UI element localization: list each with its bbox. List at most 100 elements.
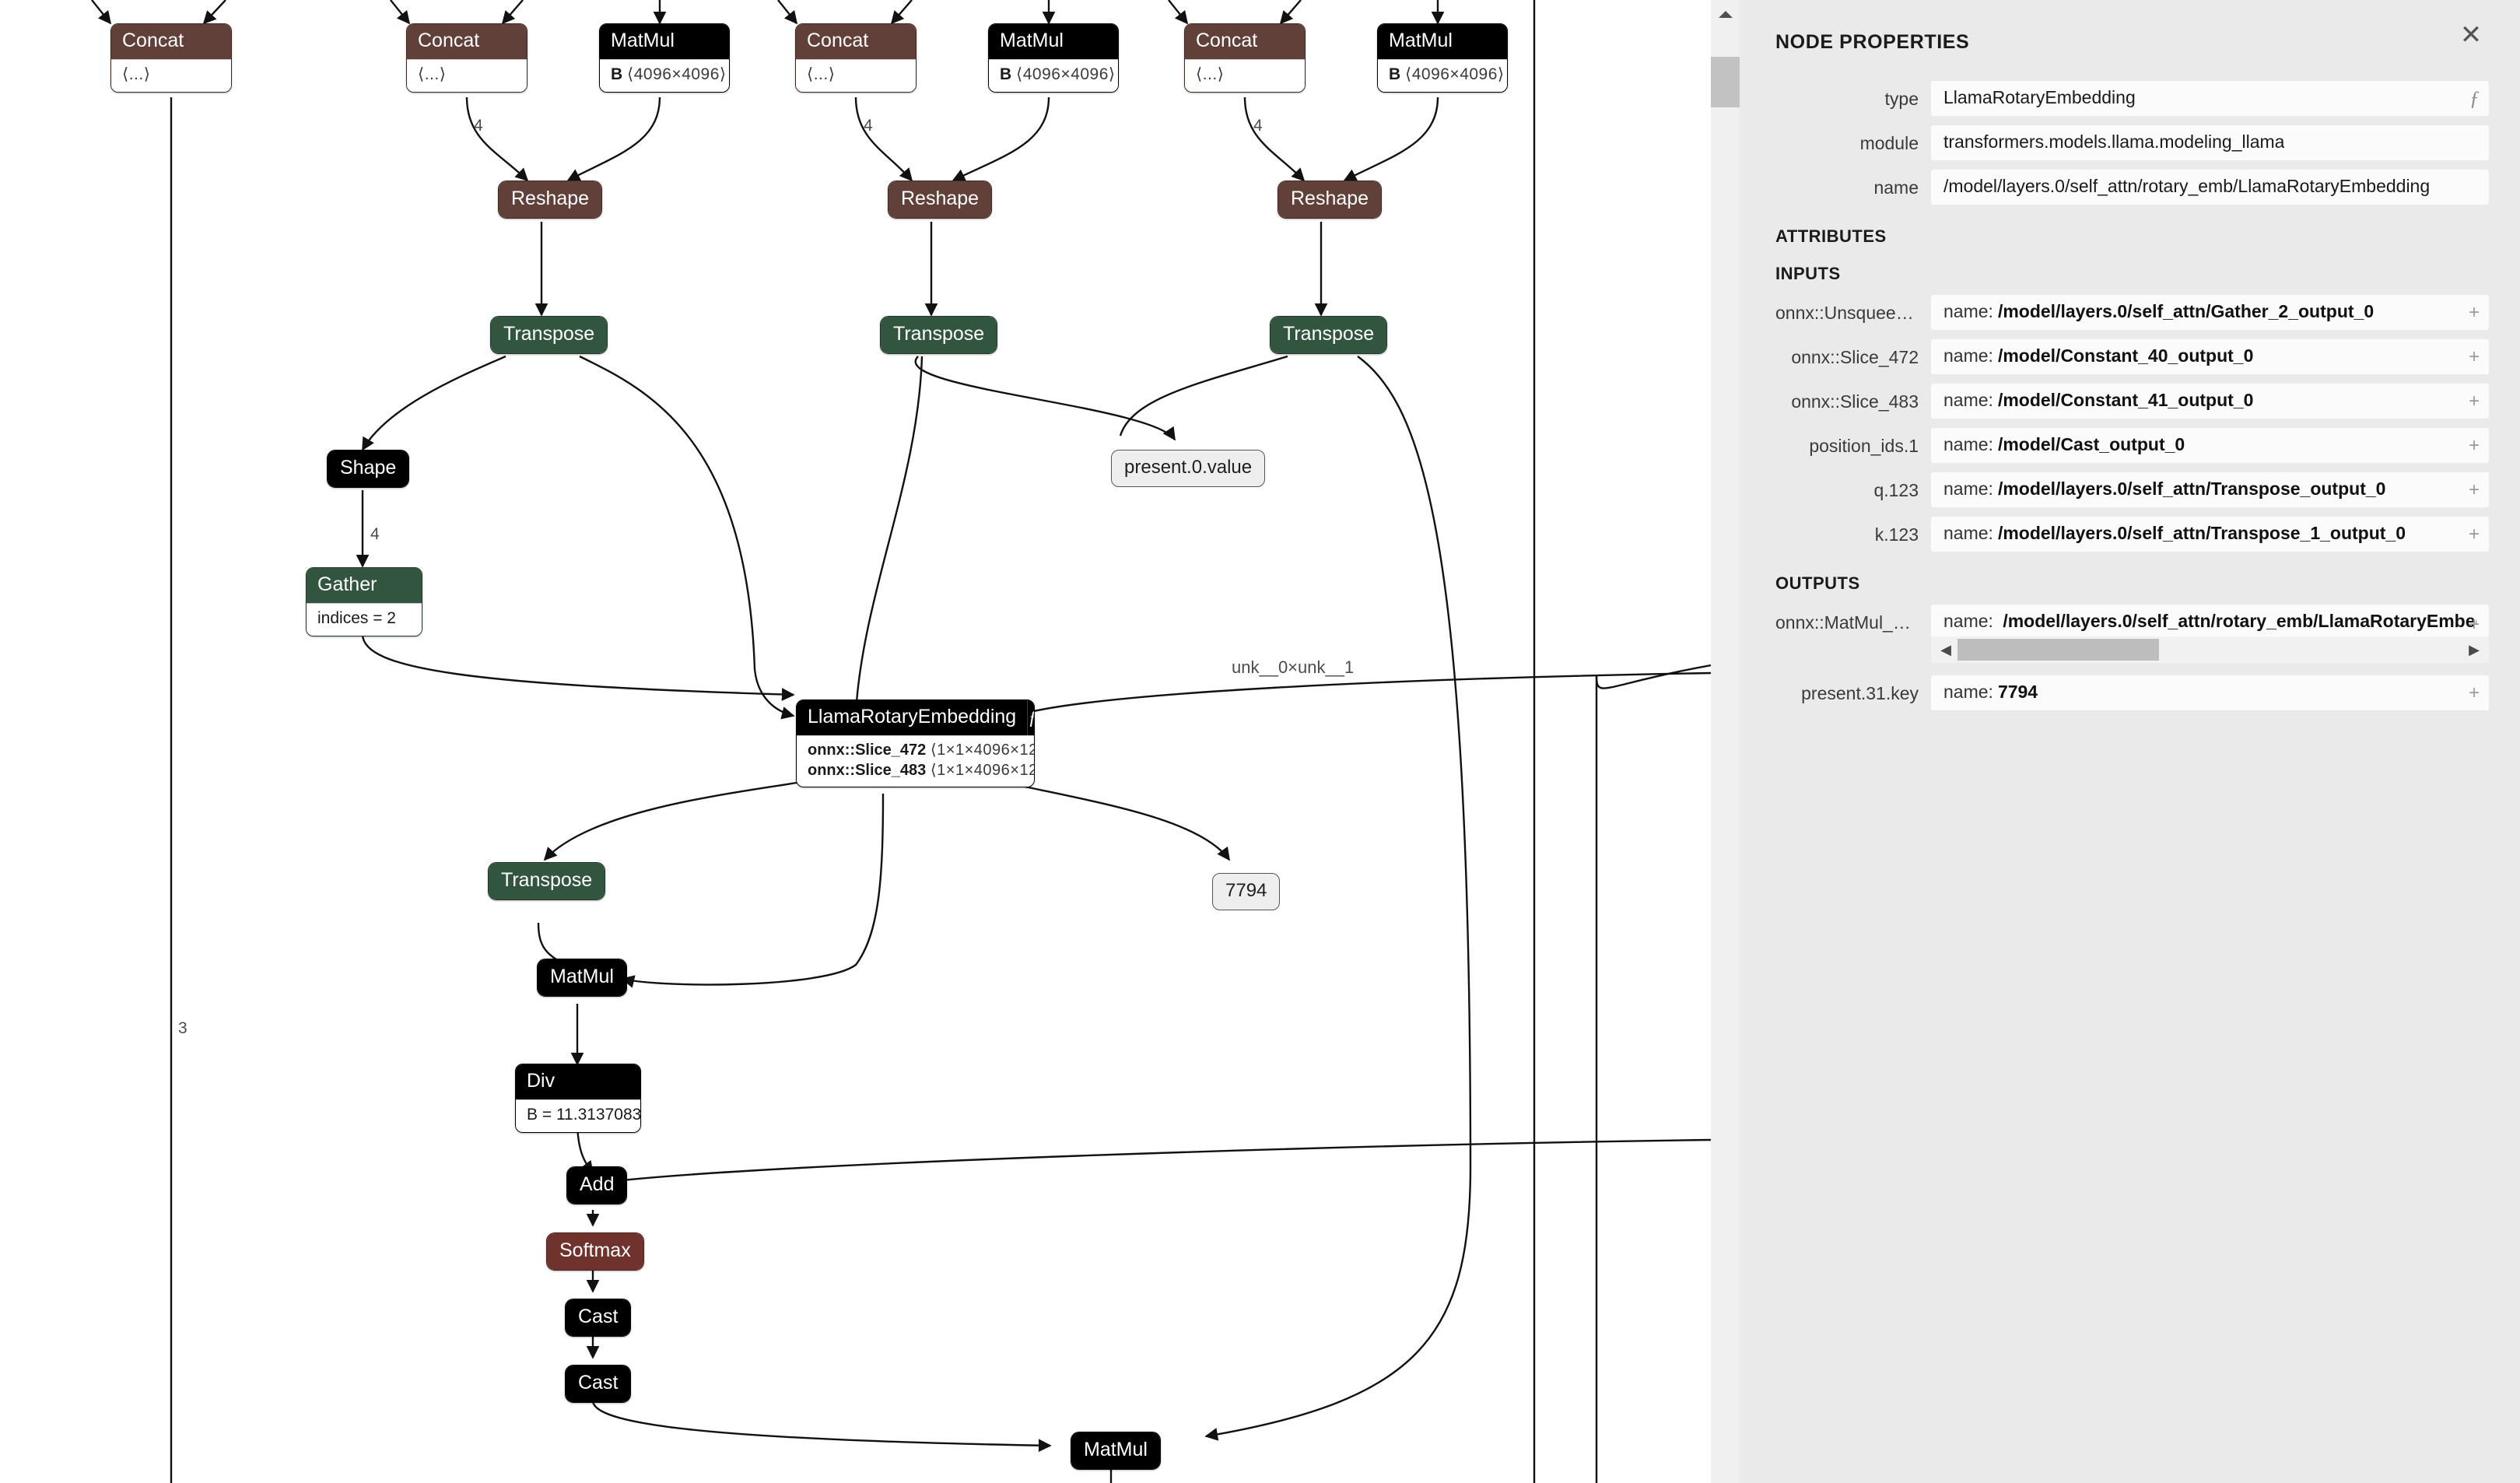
input-value-field[interactable]: name: /model/layers.0/self_attn/Transpos… — [1931, 517, 2489, 552]
graph-canvas[interactable]: Concat ⟨...⟩ Concat ⟨...⟩ MatMul B ⟨4096… — [0, 0, 1711, 1483]
canvas-vertical-scrollbar[interactable] — [1711, 0, 1740, 1483]
input-value-field[interactable]: name: /model/layers.0/self_attn/Gather_2… — [1931, 295, 2489, 330]
input-name-prefix: name: — [1943, 434, 1993, 455]
node-attr: B = 11.3137083... — [527, 1105, 629, 1126]
node-title: Transpose — [489, 863, 605, 899]
input-row: onnx::Slice_483 name: /model/Constant_41… — [1740, 384, 2489, 419]
graph-node-softmax[interactable]: Softmax — [546, 1232, 644, 1271]
input-value: /model/layers.0/self_attn/Transpose_outp… — [1998, 479, 2386, 500]
output-horizontal-scrollbar[interactable]: ◀ ▶ — [1931, 636, 2489, 663]
graph-node-concat[interactable]: Concat ⟨...⟩ — [110, 23, 232, 93]
io-node-label: 7794 — [1225, 880, 1267, 901]
property-row-type: type LlamaRotaryEmbedding ƒ — [1740, 81, 2489, 116]
input-row: onnx::Slice_472 name: /model/Constant_40… — [1740, 339, 2489, 374]
property-value: /model/layers.0/self_attn/rotary_emb/Lla… — [1943, 176, 2430, 197]
input-value-field[interactable]: name: /model/Constant_41_output_0 + — [1931, 384, 2489, 419]
node-title: Concat — [407, 24, 527, 59]
input-label: onnx::Slice_472 — [1775, 339, 1931, 368]
expand-icon[interactable]: + — [2469, 479, 2480, 501]
graph-node-matmul[interactable]: MatMul B ⟨4096×4096⟩ — [988, 23, 1119, 93]
scroll-up-arrow-icon[interactable] — [1711, 0, 1740, 29]
graph-node-matmul[interactable]: MatMul — [1071, 1432, 1161, 1470]
expand-icon[interactable]: + — [2469, 524, 2480, 545]
graph-node-llamarotaryembedding[interactable]: LlamaRotaryEmbedding ƒ onnx::Slice_472 ⟨… — [796, 699, 1035, 787]
graph-node-reshape[interactable]: Reshape — [1278, 181, 1382, 219]
scrollbar-thumb[interactable] — [1711, 57, 1740, 107]
input-name-prefix: name: — [1943, 479, 1993, 500]
scroll-right-arrow-icon[interactable]: ▶ — [2462, 636, 2486, 663]
expand-icon[interactable]: + — [2469, 346, 2480, 368]
graph-node-concat[interactable]: Concat ⟨...⟩ — [406, 23, 527, 93]
output-row: present.31.key name: 7794 + — [1740, 675, 2489, 710]
node-properties-panel: NODE PROPERTIES ✕ type LlamaRotaryEmbedd… — [1740, 0, 2520, 1483]
input-name-prefix: name: — [1943, 301, 1993, 322]
input-label: onnx::Unsqueeze_... — [1775, 295, 1931, 324]
property-value-field[interactable]: LlamaRotaryEmbedding ƒ — [1931, 81, 2489, 116]
graph-node-cast[interactable]: Cast — [565, 1365, 631, 1403]
panel-title: NODE PROPERTIES — [1775, 31, 2484, 54]
edge-label-unk-dims: unk__0×unk__1 — [1232, 657, 1354, 678]
graph-node-transpose[interactable]: Transpose — [488, 862, 605, 900]
graph-io-node-present-0-value[interactable]: present.0.value — [1111, 450, 1265, 487]
graph-node-add[interactable]: Add — [566, 1166, 627, 1204]
node-output-shape: ⟨1×1×4096×128⟩ — [931, 762, 1035, 779]
scrollbar-thumb[interactable] — [1957, 639, 2159, 661]
io-node-label: present.0.value — [1124, 457, 1252, 478]
property-label: name — [1775, 170, 1931, 198]
graph-node-div[interactable]: Div B = 11.3137083... — [515, 1064, 641, 1133]
input-row: position_ids.1 name: /model/Cast_output_… — [1740, 428, 2489, 463]
input-label: position_ids.1 — [1775, 428, 1931, 457]
function-icon[interactable]: ƒ — [2469, 87, 2480, 110]
input-row: onnx::Unsqueeze_... name: /model/layers.… — [1740, 295, 2489, 330]
expand-icon[interactable]: + — [2469, 614, 2480, 636]
property-value-field[interactable]: /model/layers.0/self_attn/rotary_emb/Lla… — [1931, 170, 2489, 205]
input-value: /model/layers.0/self_attn/Transpose_1_ou… — [1998, 523, 2406, 544]
output-label: onnx::MatMul_6645 — [1775, 605, 1931, 633]
graph-node-matmul[interactable]: MatMul B ⟨4096×4096⟩ — [599, 23, 730, 93]
graph-node-reshape[interactable]: Reshape — [498, 181, 602, 219]
property-value: LlamaRotaryEmbedding — [1943, 87, 2136, 108]
output-name-prefix: name: — [1943, 682, 1993, 703]
node-title: LlamaRotaryEmbedding — [797, 700, 1027, 735]
graph-node-transpose[interactable]: Transpose — [880, 316, 997, 354]
input-value-field[interactable]: name: /model/Cast_output_0 + — [1931, 428, 2489, 463]
output-value: /model/layers.0/self_attn/rotary_emb/Lla… — [2003, 611, 2476, 631]
node-title: MatMul — [1071, 1432, 1160, 1469]
node-title: Gather — [307, 568, 422, 603]
graph-node-reshape[interactable]: Reshape — [888, 181, 992, 219]
graph-node-concat[interactable]: Concat ⟨...⟩ — [795, 23, 917, 93]
expand-icon[interactable]: + — [2469, 391, 2480, 412]
graph-node-concat[interactable]: Concat ⟨...⟩ — [1184, 23, 1306, 93]
output-value-field[interactable]: name: /model/layers.0/self_attn/rotary_e… — [1931, 605, 2489, 663]
graph-node-transpose[interactable]: Transpose — [490, 316, 608, 354]
input-value: /model/Cast_output_0 — [1998, 434, 2185, 455]
graph-node-cast[interactable]: Cast — [565, 1299, 631, 1337]
graph-node-transpose[interactable]: Transpose — [1270, 316, 1387, 354]
node-attr: ⟨...⟩ — [807, 65, 905, 86]
node-attr: indices = 2 — [317, 608, 411, 629]
expand-icon[interactable]: + — [2469, 682, 2480, 704]
node-attr-value: ⟨4096×4096⟩ — [627, 65, 727, 83]
input-value-field[interactable]: name: /model/layers.0/self_attn/Transpos… — [1931, 472, 2489, 507]
outputs-list: onnx::MatMul_6645 name: /model/layers.0/… — [1740, 605, 2520, 710]
expand-icon[interactable]: + — [2469, 435, 2480, 457]
input-value-field[interactable]: name: /model/Constant_40_output_0 + — [1931, 339, 2489, 374]
node-title: Add — [567, 1167, 626, 1204]
node-title: MatMul — [538, 959, 626, 996]
graph-node-gather[interactable]: Gather indices = 2 — [306, 567, 422, 636]
node-title: Transpose — [491, 317, 607, 353]
graph-node-matmul[interactable]: MatMul — [537, 959, 627, 997]
input-row: k.123 name: /model/layers.0/self_attn/Tr… — [1740, 517, 2489, 552]
expand-icon[interactable]: + — [2469, 302, 2480, 324]
graph-node-matmul[interactable]: MatMul B ⟨4096×4096⟩ — [1377, 23, 1508, 93]
graph-node-shape[interactable]: Shape — [327, 450, 409, 488]
property-value-field[interactable]: transformers.models.llama.modeling_llama — [1931, 125, 2489, 160]
panel-header: NODE PROPERTIES ✕ — [1740, 0, 2520, 72]
node-title: Shape — [328, 451, 408, 487]
output-value-field[interactable]: name: 7794 + — [1931, 675, 2489, 710]
node-output-name: onnx::Slice_472 — [808, 742, 926, 759]
input-name-prefix: name: — [1943, 390, 1993, 411]
scroll-left-arrow-icon[interactable]: ◀ — [1934, 636, 1957, 663]
close-icon[interactable]: ✕ — [2453, 17, 2489, 53]
graph-io-node-7794[interactable]: 7794 — [1212, 873, 1280, 910]
